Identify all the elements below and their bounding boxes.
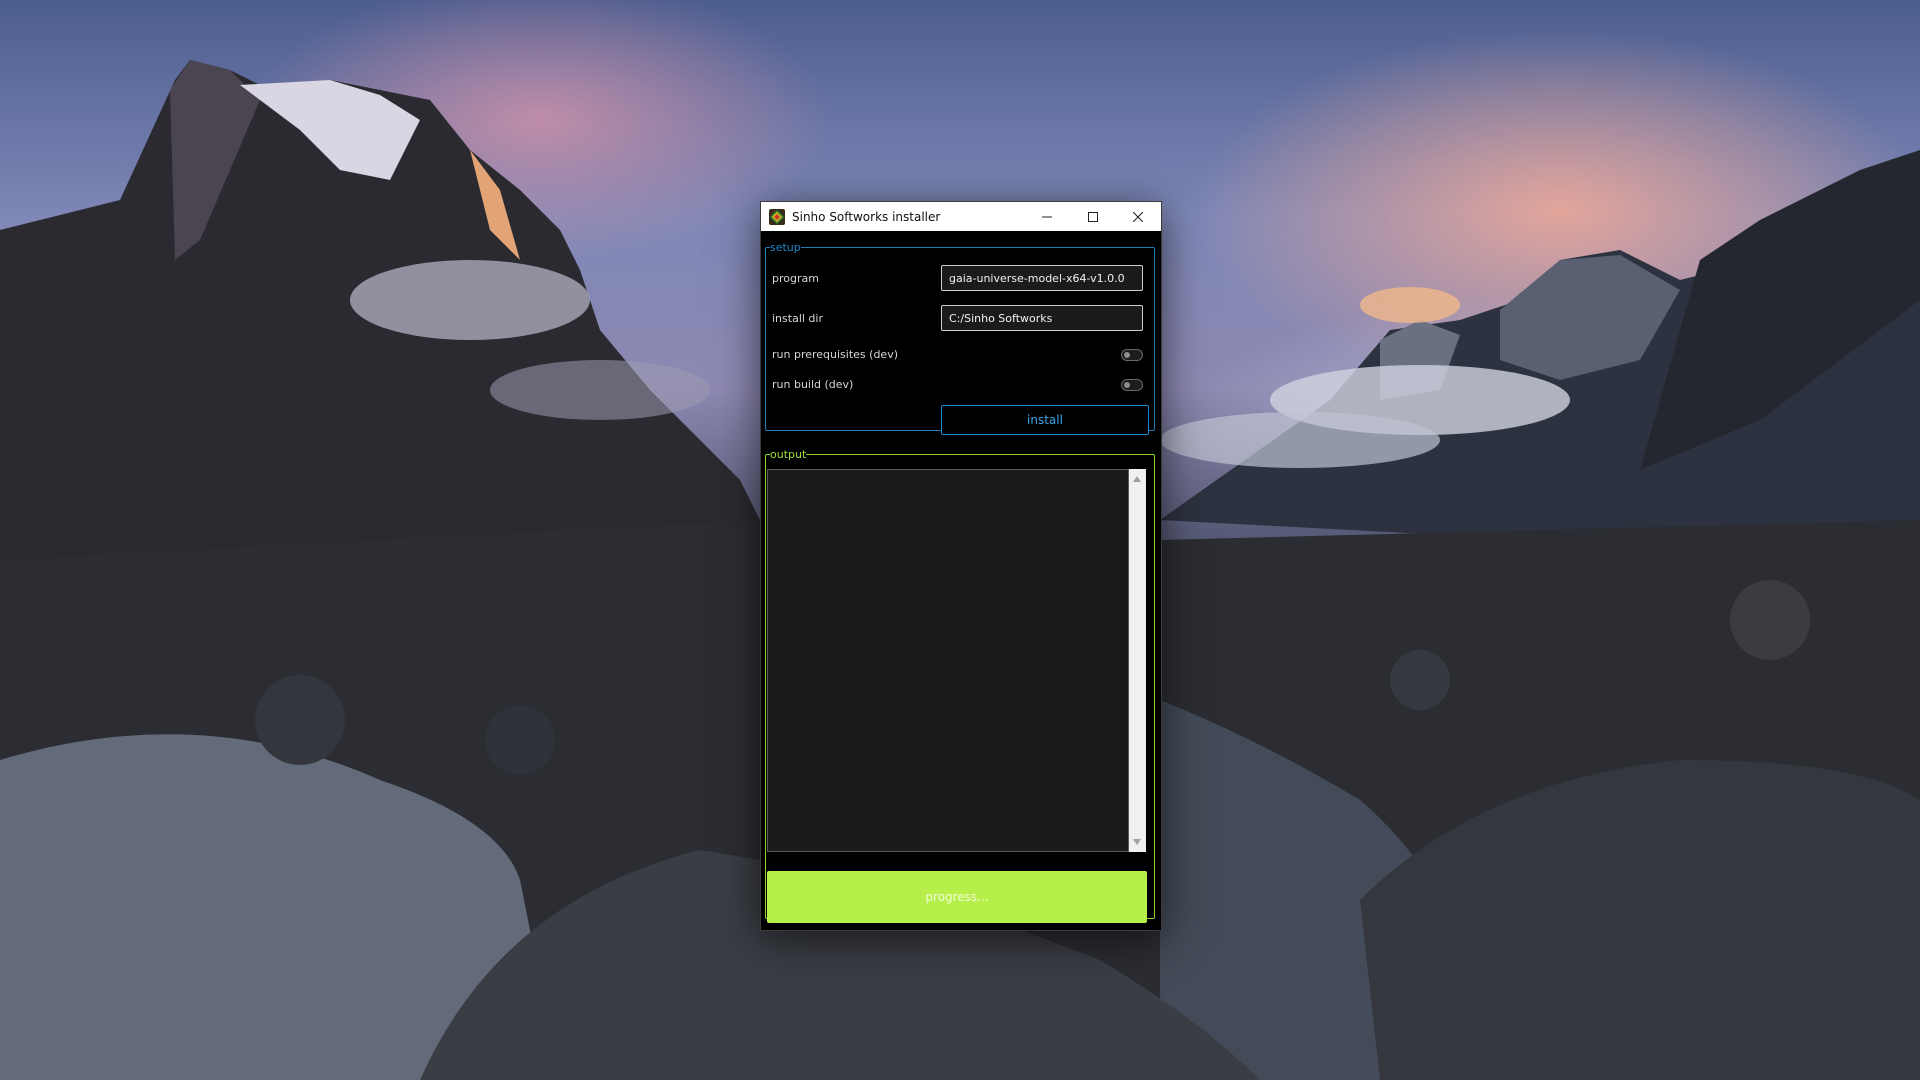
output-legend: output bbox=[770, 448, 807, 461]
run-build-label: run build (dev) bbox=[772, 378, 854, 391]
window-title: Sinho Softworks installer bbox=[792, 209, 941, 224]
minimize-icon bbox=[1042, 216, 1052, 217]
run-prerequisites-toggle[interactable] bbox=[1121, 349, 1143, 361]
output-group: output progress... bbox=[765, 448, 1155, 923]
close-button[interactable] bbox=[1115, 202, 1161, 231]
app-logo-icon bbox=[769, 208, 785, 225]
maximize-button[interactable] bbox=[1070, 202, 1116, 231]
toggle-knob bbox=[1124, 352, 1130, 358]
close-icon bbox=[1133, 211, 1143, 222]
run-build-toggle[interactable] bbox=[1121, 379, 1143, 391]
scroll-down-arrow-icon[interactable] bbox=[1133, 839, 1141, 845]
minimize-button[interactable] bbox=[1024, 202, 1070, 231]
install-button[interactable]: install bbox=[941, 405, 1149, 435]
program-label: program bbox=[772, 272, 819, 285]
progress-bar: progress... bbox=[767, 871, 1147, 923]
install-dir-input[interactable] bbox=[941, 305, 1143, 331]
title-bar[interactable]: Sinho Softworks installer bbox=[761, 202, 1161, 231]
setup-legend: setup bbox=[770, 241, 801, 254]
install-dir-label: install dir bbox=[772, 312, 823, 325]
output-log[interactable] bbox=[767, 469, 1129, 852]
scroll-up-arrow-icon[interactable] bbox=[1133, 476, 1141, 482]
program-input[interactable] bbox=[941, 265, 1143, 291]
run-prerequisites-label: run prerequisites (dev) bbox=[772, 348, 898, 361]
maximize-icon bbox=[1088, 211, 1098, 222]
toggle-knob bbox=[1124, 382, 1130, 388]
output-scrollbar[interactable] bbox=[1129, 469, 1146, 852]
setup-group: setup program install dir run prerequisi… bbox=[765, 241, 1155, 435]
installer-window: Sinho Softworks installer setup program … bbox=[760, 201, 1162, 931]
